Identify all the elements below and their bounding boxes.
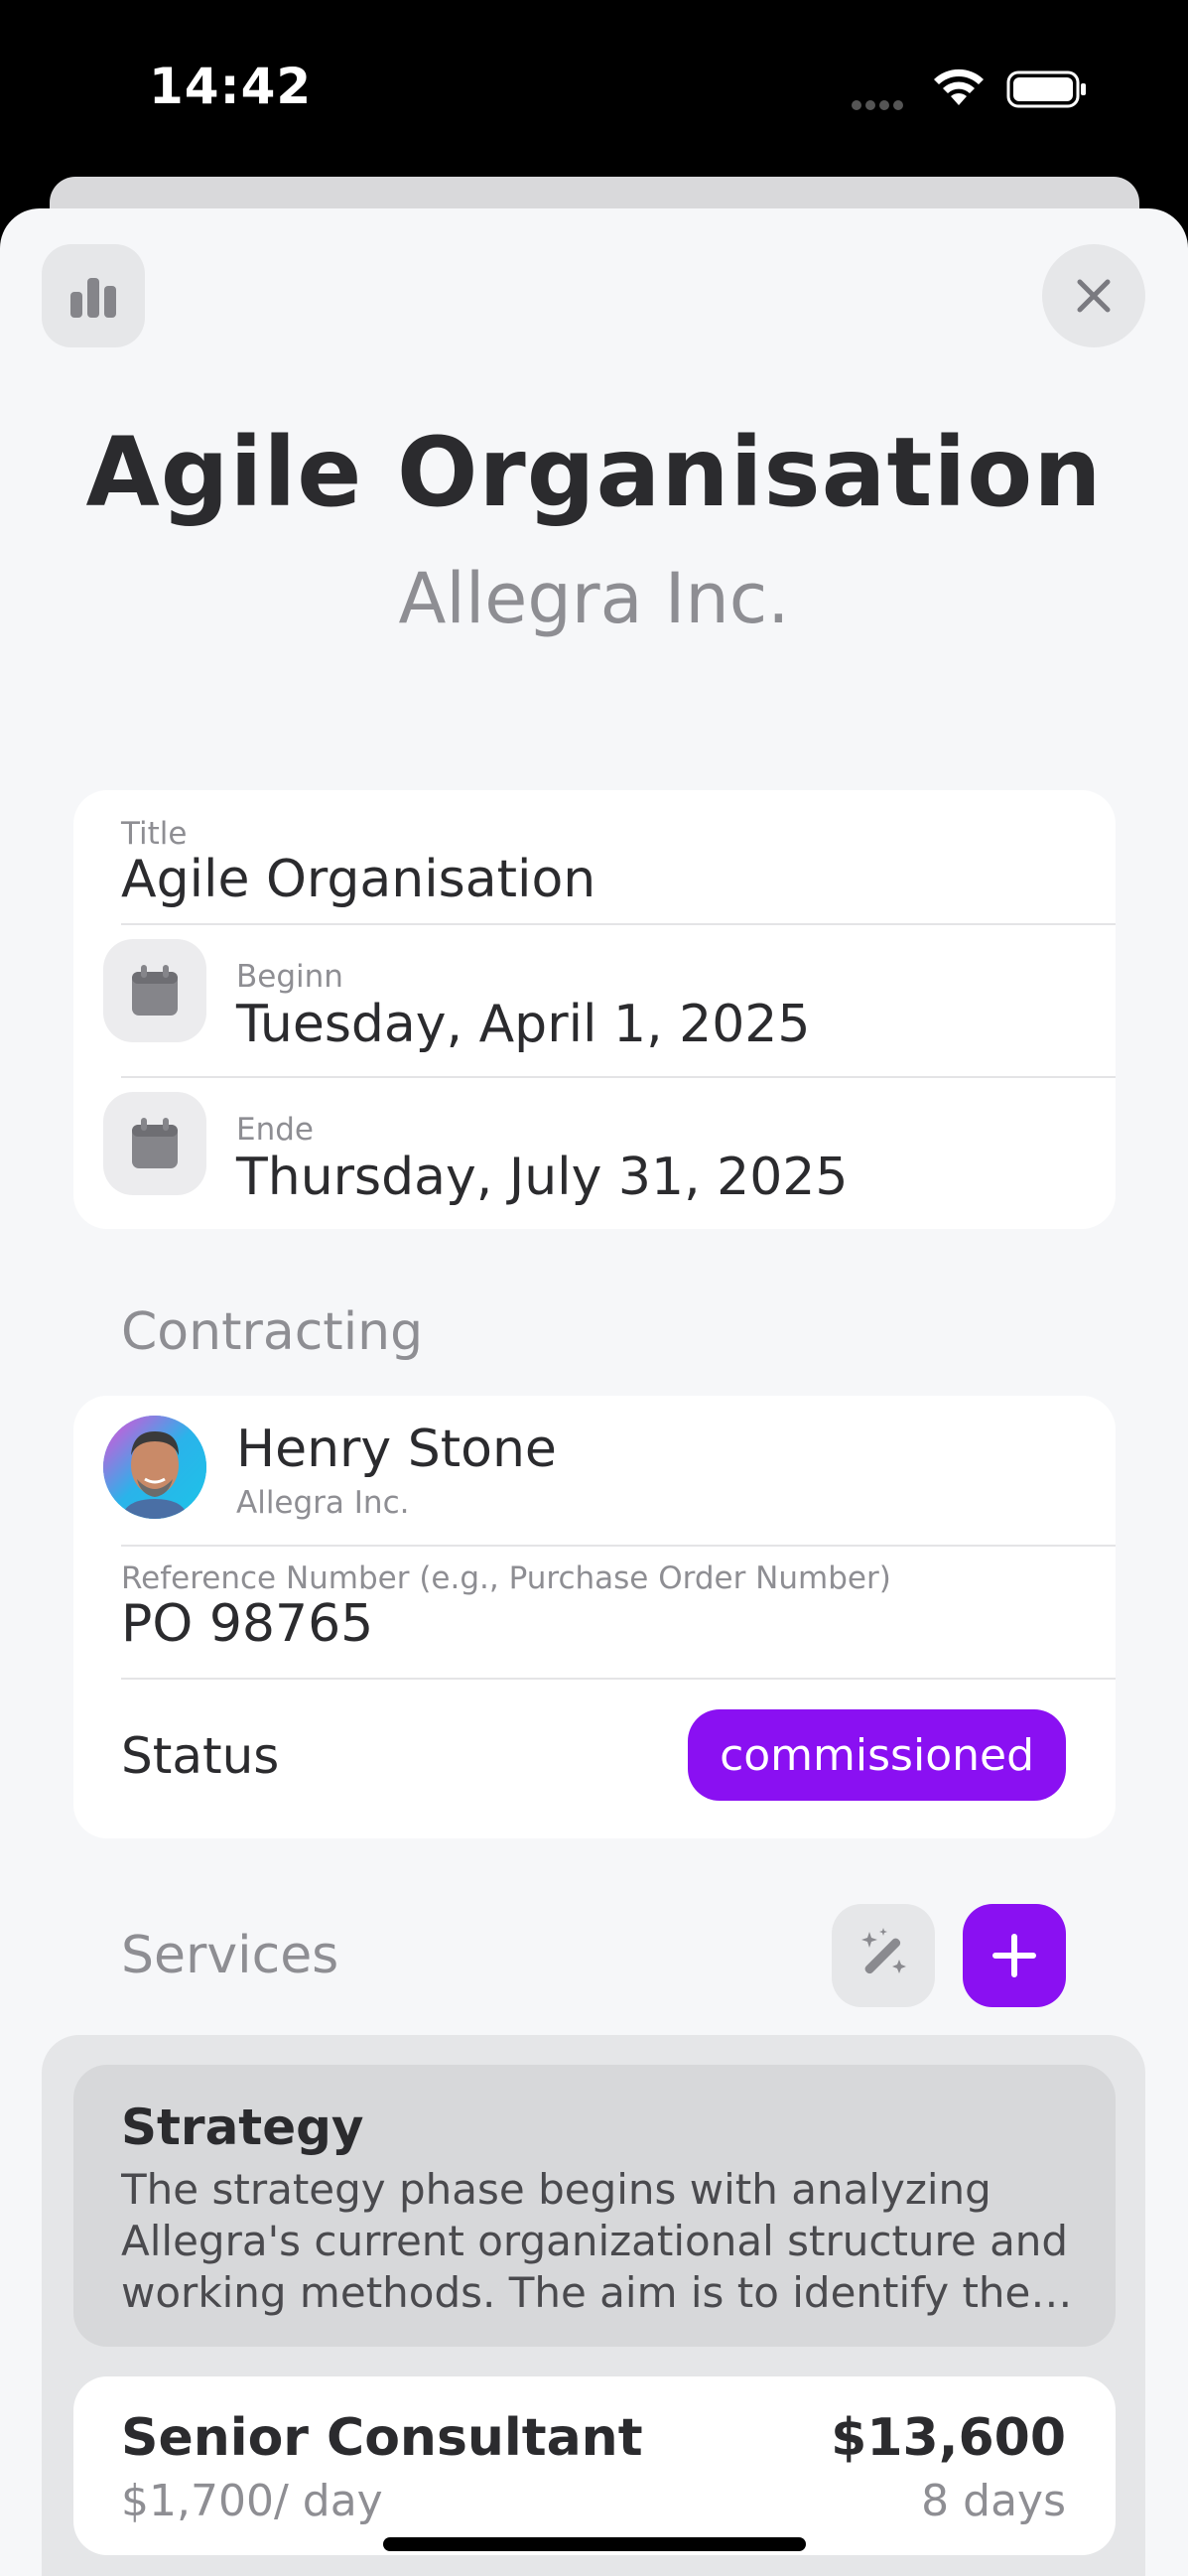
divider: [121, 1076, 1116, 1078]
status-badge[interactable]: commissioned: [688, 1709, 1066, 1801]
avatar: [103, 1416, 206, 1519]
begin-date-value[interactable]: Tuesday, April 1, 2025: [236, 995, 810, 1054]
project-details-card: Title Agile Organisation Beginn Tuesday,…: [73, 790, 1116, 1229]
close-button[interactable]: [1042, 244, 1145, 347]
status-bar: 14:42: [0, 0, 1188, 179]
cellular-signal-icon: [852, 95, 907, 114]
title-field[interactable]: Agile Organisation: [121, 850, 595, 909]
add-service-button[interactable]: [963, 1904, 1066, 2007]
services-list: Strategy The strategy phase begins with …: [42, 2035, 1145, 2576]
wifi-icon: [934, 68, 984, 105]
reference-label: Reference Number (e.g., Purchase Order N…: [121, 1560, 891, 1596]
project-sheet: Agile Organisation Allegra Inc. Title Ag…: [0, 208, 1188, 2576]
contact-photo: [103, 1416, 206, 1519]
status-label: Status: [121, 1727, 280, 1785]
title-label: Title: [121, 816, 188, 852]
service-description: The strategy phase begins with analyzing…: [121, 2165, 1073, 2317]
battery-icon: [1006, 70, 1086, 108]
bar-chart-icon: [70, 278, 116, 318]
contact-name[interactable]: Henry Stone: [236, 1420, 557, 1479]
divider: [121, 1678, 1116, 1680]
role-days: 8 days: [921, 2476, 1066, 2526]
role-item[interactable]: Senior Consultant $1,700/ day $13,600 8 …: [73, 2376, 1116, 2555]
magic-generate-button[interactable]: [832, 1904, 935, 2007]
role-name: Senior Consultant: [121, 2408, 643, 2468]
role-total: $13,600: [831, 2408, 1066, 2468]
service-title: Strategy: [121, 2099, 364, 2156]
plus-icon: [992, 1934, 1036, 1977]
page-title: Agile Organisation: [85, 417, 1103, 528]
begin-label: Beginn: [236, 959, 343, 995]
end-label: Ende: [236, 1112, 314, 1148]
magic-wand-icon: [861, 1928, 906, 1974]
home-indicator[interactable]: [383, 2537, 806, 2551]
calendar-icon: [132, 1118, 178, 1168]
begin-date-button[interactable]: [103, 939, 206, 1042]
divider: [121, 923, 1116, 925]
page-subtitle: Allegra Inc.: [398, 558, 790, 639]
stats-button[interactable]: [42, 244, 145, 347]
end-date-value[interactable]: Thursday, July 31, 2025: [236, 1148, 848, 1207]
contracting-header: Contracting: [121, 1302, 424, 1362]
close-icon: [1077, 279, 1111, 313]
end-date-button[interactable]: [103, 1092, 206, 1195]
divider: [121, 1545, 1116, 1547]
calendar-icon: [132, 965, 178, 1016]
role-rate: $1,700/ day: [121, 2476, 383, 2526]
service-item-strategy[interactable]: Strategy The strategy phase begins with …: [73, 2065, 1116, 2347]
status-time: 14:42: [149, 58, 313, 115]
contact-company: Allegra Inc.: [236, 1485, 410, 1521]
contracting-card: Henry Stone Allegra Inc. Reference Numbe…: [73, 1396, 1116, 1838]
services-header: Services: [121, 1926, 339, 1985]
reference-field[interactable]: PO 98765: [121, 1594, 373, 1654]
